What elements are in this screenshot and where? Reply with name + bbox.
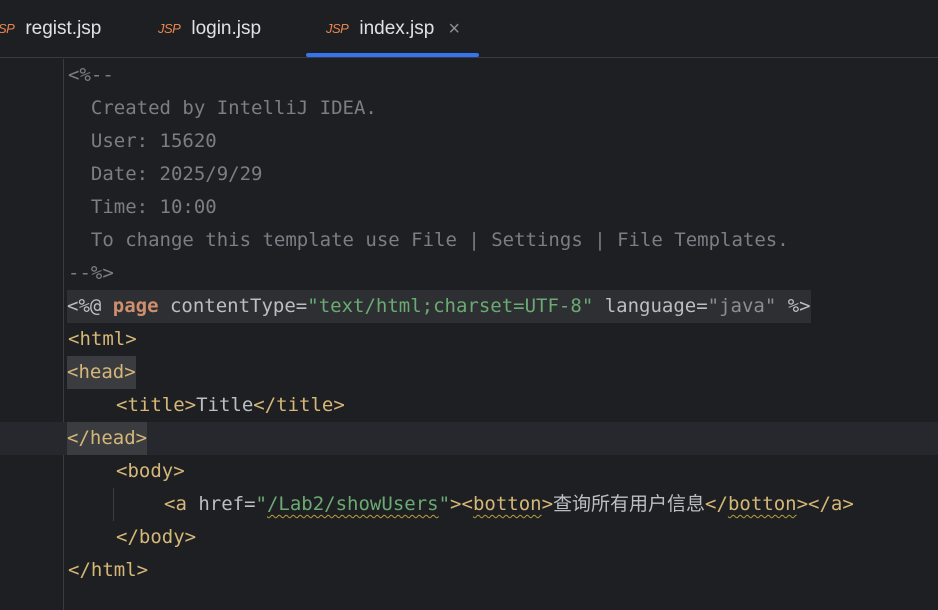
code-editor[interactable]: <%-- Created by IntelliJ IDEA. User: 156… [0,59,938,610]
a-open: <a [164,493,199,515]
code-line: To change this template use File | Setti… [0,224,938,257]
href-attr: href= [198,493,256,515]
directive-close: %> [776,295,811,317]
code-line: <a href="/Lab2/showUsers"><botton>查询所有用户… [0,488,938,521]
html-close-tag: </html> [68,559,149,581]
html-open-tag: <html> [68,328,137,350]
jsp-file-icon: JSP [326,21,349,36]
code-line: <head> [0,356,938,389]
code-line: </html> [0,554,938,587]
title-close-tag: </title> [253,394,345,416]
tab-regist-jsp[interactable]: JSP regist.jsp [0,0,101,57]
jsp-file-icon: JSP [0,21,15,36]
botton-close-lt: </ [705,493,728,515]
quote-mark: " [307,295,319,317]
directive-open: <%@ [67,295,113,317]
comment-text: Date: 2025/9/29 [68,163,263,185]
code-line: Date: 2025/9/29 [0,158,938,191]
code-line: User: 15620 [0,125,938,158]
tab-login-jsp[interactable]: JSP login.jsp [158,0,261,57]
tab-label: regist.jsp [25,17,102,39]
a-close: </a> [808,493,854,515]
current-code-line: </head> [0,422,938,455]
active-tab-indicator [306,53,479,57]
quote-mark: " [438,493,451,515]
code-line: Time: 10:00 [0,191,938,224]
link-text: 查询所有用户信息 [553,493,706,515]
a-gt: > [450,493,462,515]
comment-text: To change this template use File | Setti… [68,229,789,251]
page-directive: <%@ page contentType="text/html;charset=… [67,290,811,323]
attr-language: language= [593,295,708,317]
comment-text: User: 15620 [68,130,217,152]
comment-text: Time: 10:00 [68,196,217,218]
code-line: <html> [0,323,938,356]
close-icon[interactable]: × [448,19,460,39]
code-line: <%@ page contentType="text/html;charset=… [0,290,938,323]
botton-lt: < [461,493,473,515]
tab-label: login.jsp [191,17,262,39]
code-line: <%-- [0,59,938,92]
tab-index-jsp[interactable]: JSP index.jsp × [326,0,460,57]
quote-mark: " [581,295,594,317]
body-close-tag: </body> [116,526,197,548]
title-element: <title>Title</title> [116,389,345,422]
code-line: Created by IntelliJ IDEA. [0,92,938,125]
botton-close-name: botton [727,493,797,515]
comment-text: Created by IntelliJ IDEA. [68,97,377,119]
title-open-tag: <title> [116,394,197,416]
code-line: </body> [0,521,938,554]
content-type-value: text/html;charset=UTF-8 [318,295,582,317]
head-open-tag: <head> [67,356,136,389]
quote-mark: " [255,493,267,515]
language-value: "java" [707,295,777,317]
directive-keyword: page [112,295,159,317]
href-value: /Lab2/showUsers [266,493,439,515]
comment-open: <%-- [68,64,114,86]
botton-gt: > [541,493,554,515]
code-line: <body> [0,455,938,488]
jsp-file-icon: JSP [158,21,181,36]
comment-close: --%> [68,262,114,284]
editor-tab-bar: JSP regist.jsp JSP login.jsp JSP index.j… [0,0,938,58]
code-line: --%> [0,257,938,290]
head-close-tag: </head> [67,422,148,455]
code-line: <title>Title</title> [0,389,938,422]
attr-content-type: contentType= [158,295,308,317]
botton-tag-name: botton [472,493,542,515]
tab-label: index.jsp [359,17,435,39]
title-text: Title [196,394,254,416]
anchor-element: <a href="/Lab2/showUsers"><botton>查询所有用户… [164,488,854,521]
body-open-tag: <body> [116,460,185,482]
botton-close-gt: > [796,493,809,515]
